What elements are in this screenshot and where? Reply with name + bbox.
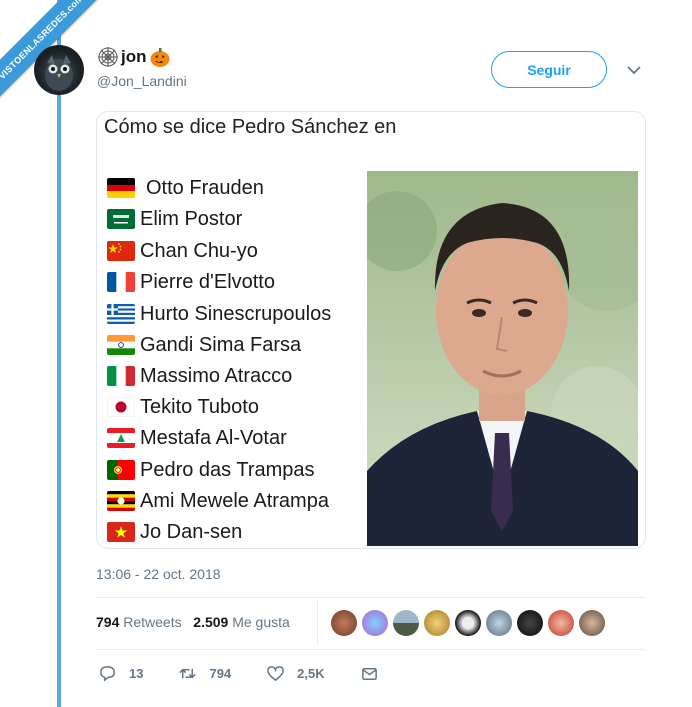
list-item-text: Pierre d'Elvotto <box>140 270 275 293</box>
liker-avatar[interactable] <box>393 610 419 636</box>
retweets-label: Retweets <box>123 614 182 630</box>
tweet-timestamp[interactable]: 13:06 - 22 oct. 2018 <box>96 566 221 582</box>
divider <box>96 597 646 598</box>
list-item-text: Mestafa Al-Votar <box>140 426 287 449</box>
france-flag-icon <box>107 272 135 292</box>
retweets-count: 794 <box>96 614 120 630</box>
owl-avatar-image <box>45 55 73 91</box>
card-title: Cómo se dice Pedro Sánchez en <box>104 116 397 138</box>
user-handle[interactable]: @Jon_Landini <box>97 73 187 89</box>
saudi-arabia-flag-icon <box>107 209 135 229</box>
greece-flag-icon <box>107 304 135 324</box>
liker-avatar[interactable] <box>362 610 388 636</box>
liker-avatar[interactable] <box>424 610 450 636</box>
spider-web-icon <box>98 47 118 67</box>
list-item-text: Otto Frauden <box>146 176 264 199</box>
list-item: Mestafa Al-Votar <box>107 424 287 452</box>
lebanon-flag-icon <box>107 428 135 448</box>
list-item: Ami Mewele Atrampa <box>107 487 329 515</box>
direct-message-button[interactable] <box>360 664 379 683</box>
list-item-text: Jo Dan-sen <box>140 520 243 543</box>
liker-avatar[interactable] <box>486 610 512 636</box>
pumpkin-icon <box>150 48 169 67</box>
list-item: Massimo Atracco <box>107 362 292 390</box>
user-name-text: jon <box>121 47 147 66</box>
retweet-count: 794 <box>209 666 232 681</box>
list-item: Elim Postor <box>107 205 242 233</box>
avatar[interactable] <box>34 45 84 95</box>
reply-button[interactable]: 13 <box>98 664 143 683</box>
chevron-down-icon[interactable] <box>626 62 642 78</box>
list-item-text: Elim Postor <box>140 207 243 230</box>
list-item: Otto Frauden <box>107 174 264 202</box>
likes-stat[interactable]: 2.509 Me gusta <box>193 614 290 630</box>
list-item: Jo Dan-sen <box>107 518 242 546</box>
list-item: Tekito Tuboto <box>107 393 259 421</box>
liker-avatar[interactable] <box>517 610 543 636</box>
like-button[interactable]: 2,5K <box>266 664 325 683</box>
vietnam-flag-icon <box>107 522 135 542</box>
envelope-icon <box>361 667 377 680</box>
list-item: Pedro das Trampas <box>107 456 315 484</box>
liker-avatar[interactable] <box>579 610 605 636</box>
retweets-stat[interactable]: 794 Retweets <box>96 614 182 630</box>
list-item: Pierre d'Elvotto <box>107 268 275 296</box>
tweet-media-card[interactable]: Cómo se dice Pedro Sánchez en Otto Fraud… <box>96 111 646 549</box>
list-item-text: Hurto Sinescrupoulos <box>140 302 332 325</box>
germany-flag-icon <box>107 178 135 198</box>
italy-flag-icon <box>107 366 135 386</box>
list-item-text: Tekito Tuboto <box>140 395 259 418</box>
retweet-button[interactable]: 794 <box>178 664 231 683</box>
user-name[interactable]: jon <box>97 46 171 68</box>
reply-count: 13 <box>129 666 144 681</box>
portugal-flag-icon <box>107 460 135 480</box>
list-item-text: Gandi Sima Farsa <box>140 333 302 356</box>
china-flag-icon <box>107 241 135 261</box>
reply-icon <box>100 666 115 682</box>
list-item: Hurto Sinescrupoulos <box>107 300 331 328</box>
list-item: Gandi Sima Farsa <box>107 331 301 359</box>
liker-avatar[interactable] <box>548 610 574 636</box>
like-count: 2,5K <box>297 666 325 681</box>
japan-flag-icon <box>107 397 135 417</box>
list-item-text: Pedro das Trampas <box>140 458 315 481</box>
divider <box>96 649 646 650</box>
india-flag-icon <box>107 335 135 355</box>
list-item-text: Chan Chu-yo <box>140 239 258 262</box>
liker-avatars <box>331 610 605 636</box>
retweet-icon <box>179 668 197 679</box>
follow-button[interactable]: Seguir <box>491 51 607 88</box>
likes-count: 2.509 <box>193 614 229 630</box>
liker-avatar[interactable] <box>455 610 481 636</box>
likes-label: Me gusta <box>232 614 290 630</box>
list-item: Chan Chu-yo <box>107 237 258 265</box>
liker-avatar[interactable] <box>331 610 357 636</box>
portrait-photo <box>367 171 638 546</box>
list-item-text: Massimo Atracco <box>140 364 293 387</box>
uganda-flag-icon <box>107 491 135 511</box>
heart-icon <box>267 666 285 682</box>
man-in-suit-portrait <box>367 191 638 546</box>
list-item-text: Ami Mewele Atrampa <box>140 489 329 512</box>
engagement-stats: 794 Retweets 2.509 Me gusta <box>96 614 290 630</box>
divider <box>317 601 318 645</box>
tweet-actions: 13 794 2,5K <box>98 664 414 683</box>
